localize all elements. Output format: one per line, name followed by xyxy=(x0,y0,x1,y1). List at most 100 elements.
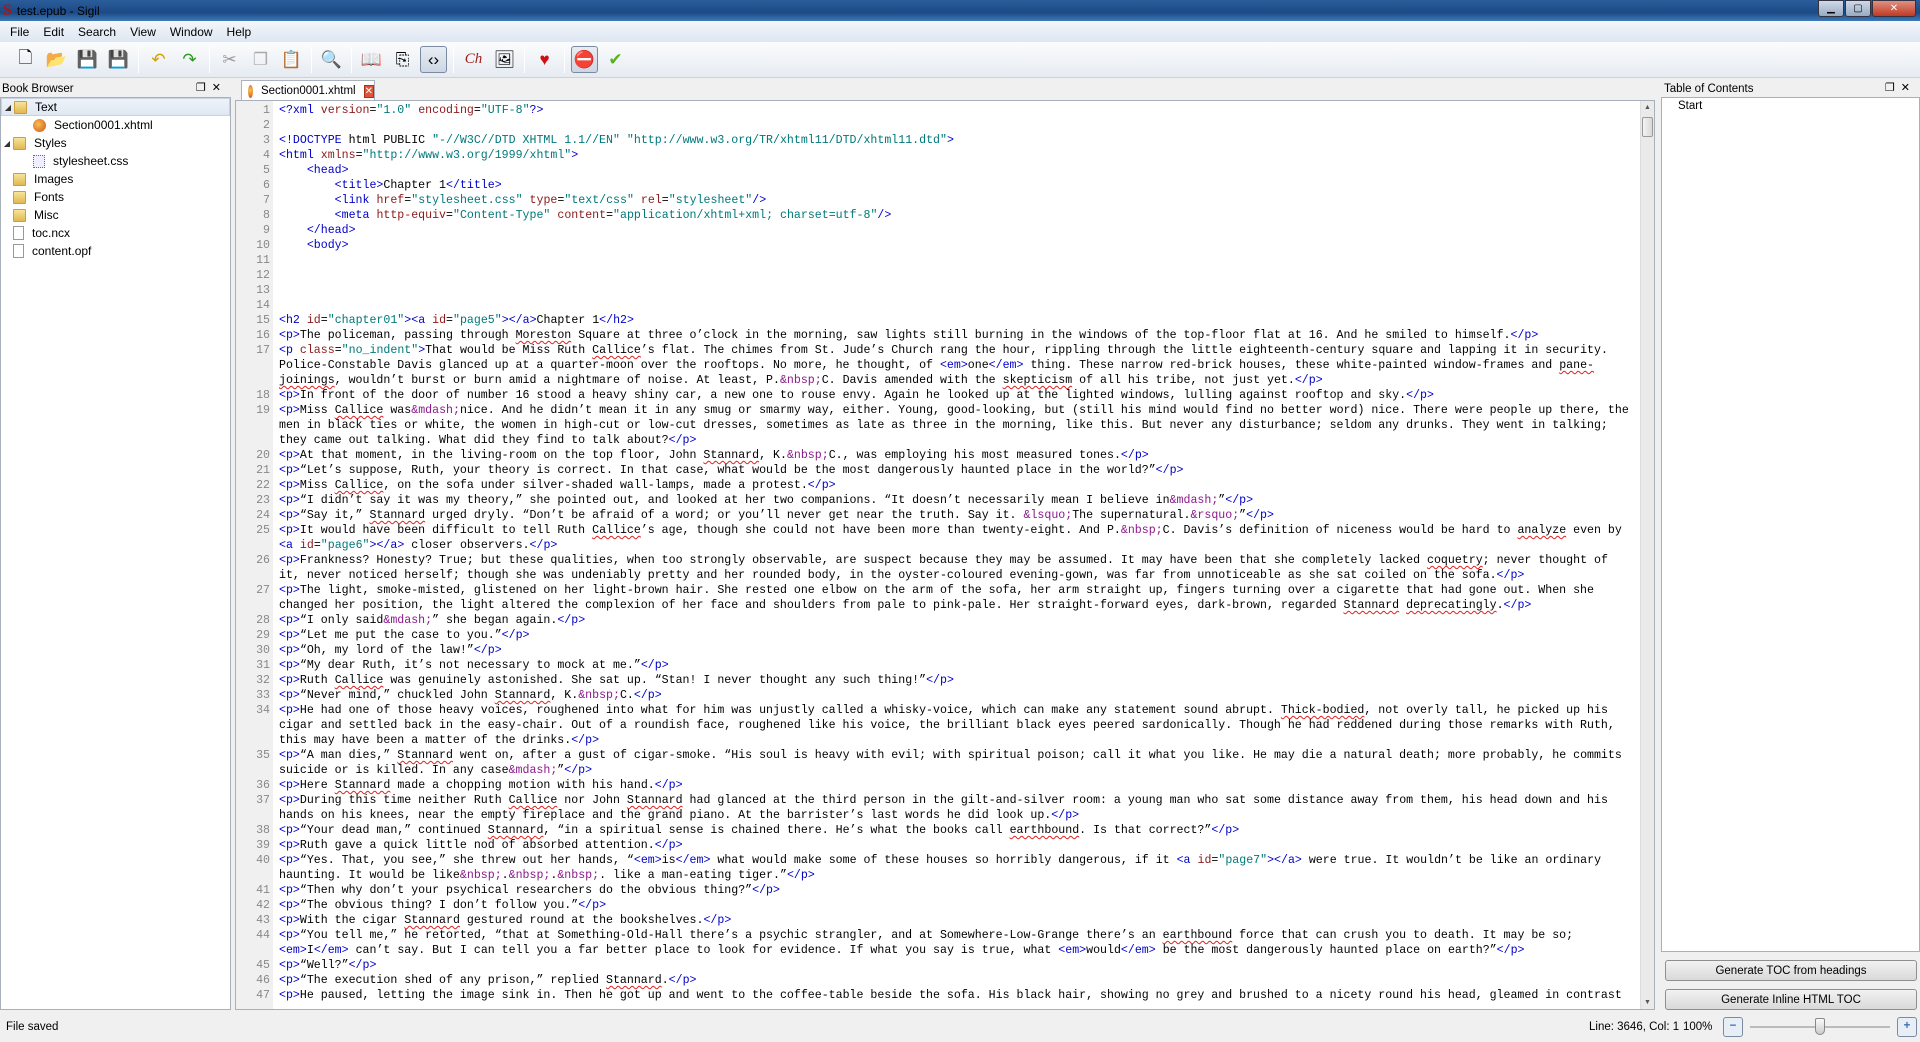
code-line[interactable]: changed her position, the light altered … xyxy=(236,598,1629,613)
zoom-slider[interactable] xyxy=(1750,1018,1890,1035)
tree-item-stylesheet-css[interactable]: stylesheet.css xyxy=(1,152,230,170)
code-line[interactable]: 9 </head> xyxy=(236,223,1629,238)
menu-help[interactable]: Help xyxy=(220,25,259,39)
save-as-button[interactable]: 💾 xyxy=(105,46,132,73)
menu-window[interactable]: Window xyxy=(163,25,220,39)
code-line[interactable]: 5 <head> xyxy=(236,163,1629,178)
close-tab-icon[interactable]: ✕ xyxy=(363,84,374,98)
code-line[interactable]: cigar and settled back in the easy-chair… xyxy=(236,718,1629,733)
float-panel-icon[interactable]: ❐ xyxy=(1885,82,1901,94)
menu-edit[interactable]: Edit xyxy=(36,25,71,39)
close-window-button[interactable]: ✕ xyxy=(1872,0,1916,17)
code-line[interactable]: men in black ties or white, the women in… xyxy=(236,418,1629,433)
code-line[interactable]: 23 <p>“I didn’t say it was my theory,” sh… xyxy=(236,493,1629,508)
code-line[interactable]: 3 <!DOCTYPE html PUBLIC "-//W3C//DTD XHTM… xyxy=(236,133,1629,148)
save-button[interactable]: 💾 xyxy=(74,46,101,73)
validate-check-button[interactable]: ✔ xyxy=(602,46,629,73)
code-line[interactable]: 1 <?xml version="1.0" encoding="UTF-8"?> xyxy=(236,103,1629,118)
code-line[interactable]: 6 <title>Chapter 1</title> xyxy=(236,178,1629,193)
vertical-scrollbar[interactable]: ▲ ▼ xyxy=(1640,101,1654,1009)
close-panel-icon[interactable]: ✕ xyxy=(1901,82,1916,94)
paste-button[interactable]: 📋 xyxy=(278,46,305,73)
code-line[interactable]: 10 <body> xyxy=(236,238,1629,253)
code-line[interactable]: 14 xyxy=(236,298,1629,313)
code-line[interactable]: joinings, wouldn’t burst or burn amid a … xyxy=(236,373,1629,388)
code-line[interactable]: 13 xyxy=(236,283,1629,298)
code-line[interactable]: 43 <p>With the cigar Stannard gestured ro… xyxy=(236,913,1629,928)
code-line[interactable]: 7 <link href="stylesheet.css" type="text… xyxy=(236,193,1629,208)
code-line[interactable]: 38 <p>“Your dead man,” continued Stannard… xyxy=(236,823,1629,838)
code-line[interactable]: 16 <p>The policeman, passing through More… xyxy=(236,328,1629,343)
code-line[interactable]: 22 <p>Miss Callice, on the sofa under sil… xyxy=(236,478,1629,493)
code-line[interactable]: they came out talking. What did they fin… xyxy=(236,433,1629,448)
code-line[interactable]: 33 <p>“Never mind,” chuckled John Stannar… xyxy=(236,688,1629,703)
expand-arrow-icon[interactable]: ◢ xyxy=(2,103,14,112)
code-line[interactable]: 21 <p>“Let’s suppose, Ruth, your theory i… xyxy=(236,463,1629,478)
split-view-button[interactable]: ⎘ xyxy=(389,46,416,73)
generate-toc-button[interactable]: Generate TOC from headings xyxy=(1665,960,1917,981)
code-editor[interactable]: 1 <?xml version="1.0" encoding="UTF-8"?> 2… xyxy=(235,100,1655,1010)
code-line[interactable]: 30 <p>“Oh, my lord of the law!”</p> xyxy=(236,643,1629,658)
code-line[interactable]: 32 <p>Ruth Callice was genuinely astonish… xyxy=(236,673,1629,688)
tree-item-fonts[interactable]: Fonts xyxy=(1,188,230,206)
minimize-button[interactable]: ▁ xyxy=(1818,0,1844,17)
code-line[interactable]: 35 <p>“A man dies,” Stannard went on, aft… xyxy=(236,748,1629,763)
expand-arrow-icon[interactable]: ◢ xyxy=(1,139,13,148)
code-line[interactable]: 4 <html xmlns="http://www.w3.org/1999/xht… xyxy=(236,148,1629,163)
close-panel-icon[interactable]: ✕ xyxy=(212,82,227,94)
code-line[interactable]: 34 <p>He had one of those heavy voices, r… xyxy=(236,703,1629,718)
menu-search[interactable]: Search xyxy=(71,25,123,39)
scrollbar-thumb[interactable] xyxy=(1642,117,1653,137)
code-line[interactable]: 20 <p>At that moment, in the living-room … xyxy=(236,448,1629,463)
spellcheck-button[interactable]: Ch xyxy=(460,46,487,73)
zoom-slider-thumb[interactable] xyxy=(1815,1018,1825,1035)
code-line[interactable]: Police-Constable Davis glanced up at a q… xyxy=(236,358,1629,373)
code-line[interactable]: 11 xyxy=(236,253,1629,268)
code-line[interactable]: 19 <p>Miss Callice was&mdash;nice. And he… xyxy=(236,403,1629,418)
code-line[interactable]: 37 <p>During this time neither Ruth Calli… xyxy=(236,793,1629,808)
code-line[interactable]: hands on his knees, near the empty firep… xyxy=(236,808,1629,823)
new-file-button[interactable]: 🗋 xyxy=(12,46,39,73)
tree-item-images[interactable]: Images xyxy=(1,170,230,188)
undo-button[interactable]: ↶ xyxy=(145,46,172,73)
zoom-in-button[interactable]: + xyxy=(1897,1017,1917,1037)
code-line[interactable]: suicide or is killed. In any case&mdash;… xyxy=(236,763,1629,778)
code-line[interactable]: 26 <p>Frankness? Honesty? True; but these… xyxy=(236,553,1629,568)
code-line[interactable]: 27 <p>The light, smoke-misted, glistened … xyxy=(236,583,1629,598)
code-line[interactable]: 28 <p>“I only said&mdash;” she began agai… xyxy=(236,613,1629,628)
donate-heart-button[interactable]: ♥ xyxy=(531,46,558,73)
code-line[interactable]: 39 <p>Ruth gave a quick little nod of abs… xyxy=(236,838,1629,853)
code-line[interactable]: 17 <p class="no_indent">That would be Mis… xyxy=(236,343,1629,358)
code-line[interactable]: haunting. It would be like&nbsp;.&nbsp;.… xyxy=(236,868,1629,883)
code-line[interactable]: 45 <p>“Well?”</p> xyxy=(236,958,1629,973)
tree-item-toc-ncx[interactable]: toc.ncx xyxy=(1,224,230,242)
code-line[interactable]: 18 <p>In front of the door of number 16 s… xyxy=(236,388,1629,403)
open-button[interactable]: 📂 xyxy=(43,46,70,73)
code-line[interactable]: 42 <p>“The obvious thing? I don’t follow … xyxy=(236,898,1629,913)
code-line[interactable]: 44 <p>“You tell me,” he retorted, “that a… xyxy=(236,928,1629,943)
scroll-down-icon[interactable]: ▼ xyxy=(1641,999,1654,1006)
tree-item-content-opf[interactable]: content.opf xyxy=(1,242,230,260)
cut-button[interactable]: ✂ xyxy=(216,46,243,73)
code-line[interactable]: 31 <p>“My dear Ruth, it’s not necessary t… xyxy=(236,658,1629,673)
code-line[interactable]: <a id="page6"></a> closer observers.</p> xyxy=(236,538,1629,553)
toc-item-start[interactable]: Start xyxy=(1662,98,1919,112)
copy-button[interactable]: ❐ xyxy=(247,46,274,73)
generate-inline-toc-button[interactable]: Generate Inline HTML TOC xyxy=(1665,989,1917,1010)
float-panel-icon[interactable]: ❐ xyxy=(196,82,212,94)
code-line[interactable]: 41 <p>“Then why don’t your psychical rese… xyxy=(236,883,1629,898)
tree-item-styles[interactable]: ◢ Styles xyxy=(1,134,230,152)
tree-item-text[interactable]: ◢ Text xyxy=(1,98,230,116)
stop-button[interactable]: ⛔ xyxy=(571,46,598,73)
code-view-button[interactable]: ‹› xyxy=(420,46,447,73)
code-line[interactable]: 40 <p>“Yes. That, you see,” she threw out… xyxy=(236,853,1629,868)
code-line[interactable]: 29 <p>“Let me put the case to you.”</p> xyxy=(236,628,1629,643)
tree-item-misc[interactable]: Misc xyxy=(1,206,230,224)
tab-section0001[interactable]: Section0001.xhtml ✕ xyxy=(241,80,375,101)
code-line[interactable]: 36 <p>Here Stannard made a chopping motio… xyxy=(236,778,1629,793)
redo-button[interactable]: ↷ xyxy=(176,46,203,73)
book-view-button[interactable]: 📖 xyxy=(358,46,385,73)
scroll-up-icon[interactable]: ▲ xyxy=(1641,104,1654,111)
code-line[interactable]: this may have been a matter of the drink… xyxy=(236,733,1629,748)
code-line[interactable]: 2 xyxy=(236,118,1629,133)
